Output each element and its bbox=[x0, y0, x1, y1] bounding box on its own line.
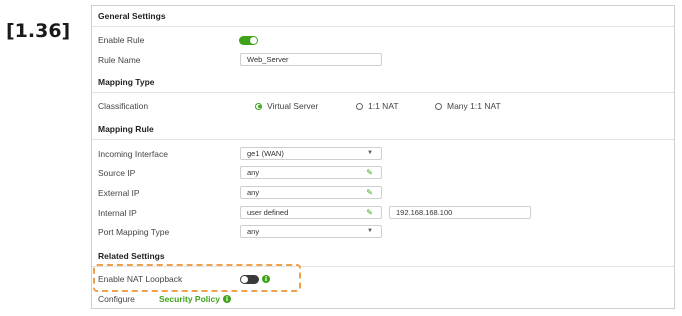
pencil-icon[interactable]: ✎ bbox=[366, 187, 373, 198]
internal-ip-address-input[interactable]: 192.168.168.100 bbox=[389, 206, 531, 219]
step-label: [1.36] bbox=[6, 20, 71, 42]
configure-row: Configure Security Policy i bbox=[92, 289, 674, 309]
radio-selected-icon bbox=[255, 102, 262, 110]
internal-ip-value: user defined bbox=[247, 208, 289, 217]
security-policy-link[interactable]: Security Policy bbox=[159, 294, 220, 304]
source-ip-row: Source IP any ✎ bbox=[92, 163, 674, 183]
chevron-down-icon: ▼ bbox=[367, 228, 373, 234]
port-mapping-value: any bbox=[247, 227, 260, 236]
classification-label: Classification bbox=[98, 101, 149, 111]
section-title: Mapping Type bbox=[98, 77, 155, 87]
section-mapping-rule: Mapping Rule bbox=[92, 119, 674, 140]
radio-virtual-server[interactable]: Virtual Server bbox=[255, 101, 318, 111]
internal-ip-address-value: 192.168.168.100 bbox=[396, 208, 453, 217]
radio-1-1-nat[interactable]: 1:1 NAT bbox=[356, 101, 399, 111]
info-icon[interactable]: i bbox=[223, 295, 231, 303]
source-ip-label: Source IP bbox=[98, 168, 136, 178]
enable-rule-toggle[interactable] bbox=[239, 35, 258, 45]
nat-rule-panel: General Settings Enable Rule Rule Name W… bbox=[91, 5, 675, 309]
enable-rule-label: Enable Rule bbox=[98, 35, 145, 45]
nat-loopback-label: Enable NAT Loopback bbox=[98, 274, 183, 284]
rule-name-input[interactable]: Web_Server bbox=[240, 53, 382, 66]
classification-row: Classification Virtual Server 1:1 NAT Ma… bbox=[92, 96, 674, 116]
source-ip-value: any bbox=[247, 168, 260, 177]
external-ip-value: any bbox=[247, 188, 260, 197]
radio-many-1-1-nat[interactable]: Many 1:1 NAT bbox=[435, 101, 501, 111]
rule-name-row: Rule Name Web_Server bbox=[92, 50, 674, 70]
incoming-interface-row: Incoming Interface ge1 (WAN) ▼ bbox=[92, 144, 674, 164]
internal-ip-label: Internal IP bbox=[98, 208, 137, 218]
port-mapping-select[interactable]: any ▼ bbox=[240, 225, 382, 238]
rule-name-label: Rule Name bbox=[98, 55, 141, 65]
section-title: Mapping Rule bbox=[98, 124, 154, 134]
radio-label: Many 1:1 NAT bbox=[447, 101, 501, 111]
port-mapping-label: Port Mapping Type bbox=[98, 227, 170, 237]
internal-ip-row: Internal IP user defined ✎ 192.168.168.1… bbox=[92, 203, 674, 223]
incoming-interface-label: Incoming Interface bbox=[98, 149, 168, 159]
external-ip-row: External IP any ✎ bbox=[92, 183, 674, 203]
radio-unselected-icon bbox=[435, 102, 442, 110]
source-ip-field[interactable]: any ✎ bbox=[240, 166, 382, 179]
section-general-settings: General Settings bbox=[92, 6, 674, 27]
external-ip-label: External IP bbox=[98, 188, 140, 198]
pencil-icon[interactable]: ✎ bbox=[366, 167, 373, 178]
incoming-interface-select[interactable]: ge1 (WAN) ▼ bbox=[240, 147, 382, 160]
pencil-icon[interactable]: ✎ bbox=[366, 207, 373, 218]
nat-loopback-row: Enable NAT Loopback i bbox=[92, 269, 674, 289]
port-mapping-row: Port Mapping Type any ▼ bbox=[92, 222, 674, 242]
configure-label: Configure bbox=[98, 294, 135, 304]
nat-loopback-toggle[interactable] bbox=[240, 274, 259, 284]
section-related-settings: Related Settings bbox=[92, 246, 674, 267]
toggle-knob bbox=[241, 275, 248, 283]
section-title: Related Settings bbox=[98, 251, 165, 261]
radio-unselected-icon bbox=[356, 102, 363, 110]
section-title: General Settings bbox=[98, 11, 166, 21]
external-ip-field[interactable]: any ✎ bbox=[240, 186, 382, 199]
radio-label: Virtual Server bbox=[267, 101, 319, 111]
radio-label: 1:1 NAT bbox=[368, 101, 399, 111]
enable-rule-row: Enable Rule bbox=[92, 30, 674, 50]
section-mapping-type: Mapping Type bbox=[92, 72, 674, 93]
info-icon[interactable]: i bbox=[262, 275, 270, 283]
chevron-down-icon: ▼ bbox=[367, 150, 373, 156]
rule-name-value: Web_Server bbox=[247, 55, 289, 64]
incoming-interface-value: ge1 (WAN) bbox=[247, 149, 284, 158]
toggle-knob bbox=[250, 36, 257, 44]
internal-ip-field[interactable]: user defined ✎ bbox=[240, 206, 382, 219]
